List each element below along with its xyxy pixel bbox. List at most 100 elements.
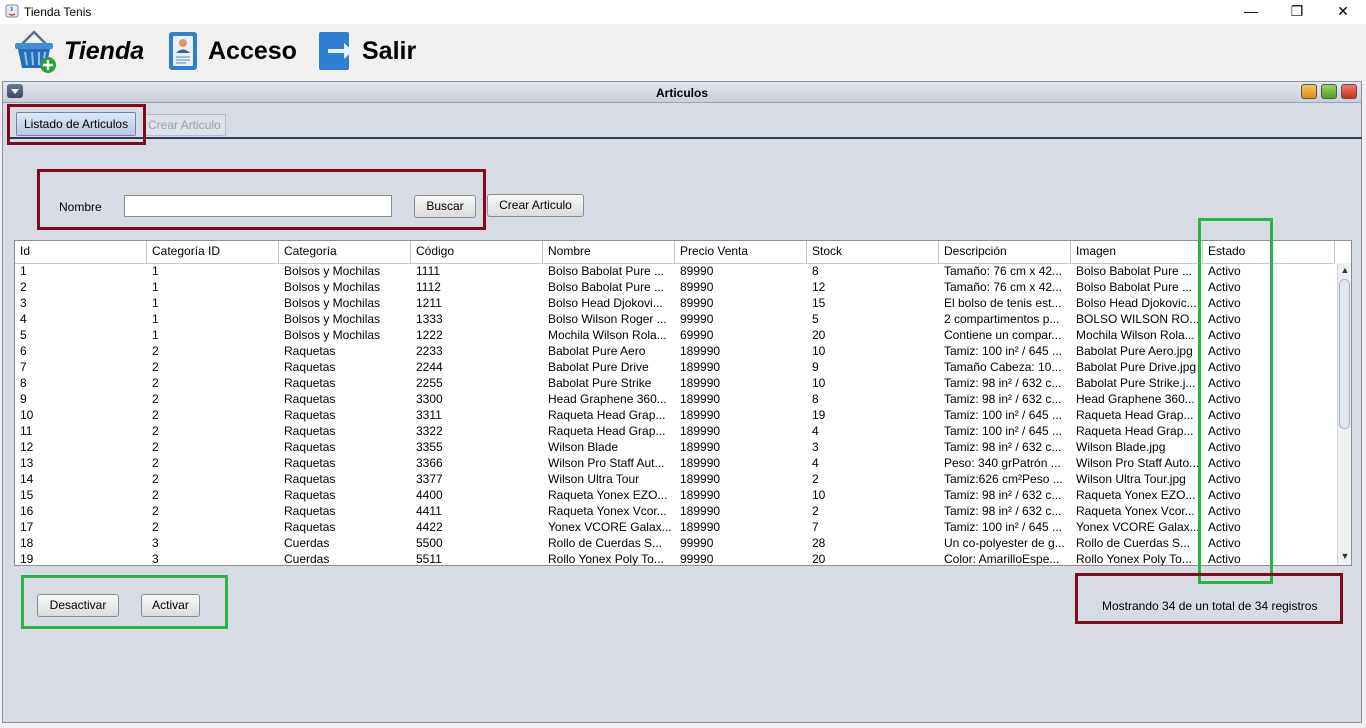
table-cell: 2 — [152, 488, 159, 502]
menu-tienda-label: Tienda — [64, 36, 145, 65]
column-header[interactable]: Nombre — [543, 241, 675, 263]
table-cell: 1111 — [416, 264, 441, 278]
table-cell: Tamiz: 98 in² / 632 c... — [944, 392, 1062, 406]
tab-crear-articulo[interactable]: Crear Articulo — [143, 114, 226, 136]
table-row[interactable]: 1 1 Bolsos y Mochilas 1111 Bolso Babolat Pur… — [15, 263, 1335, 279]
highlight-status-box — [1075, 573, 1343, 624]
table-cell: 2 — [152, 392, 159, 406]
table-cell: Yonex VCORE Galax... — [1076, 520, 1200, 534]
table-header: Id Categoría ID Categoría Código Nombre Preci… — [15, 241, 1335, 264]
tab-crear-label: Crear Articulo — [148, 118, 221, 132]
column-header[interactable]: Id — [15, 241, 147, 263]
table-row[interactable]: 15 2 Raquetas 4400 Raqueta Yonex EZO... 18999… — [15, 487, 1335, 503]
table-row[interactable]: 2 1 Bolsos y Mochilas 1112 Bolso Babolat Pur… — [15, 279, 1335, 295]
table-cell: 8 — [812, 392, 819, 406]
column-header[interactable]: Código — [411, 241, 543, 263]
frame-maximize-icon[interactable] — [1321, 84, 1337, 99]
table-cell: Wilson Pro Staff Auto... — [1076, 456, 1200, 470]
restore-button[interactable]: ❐ — [1274, 0, 1320, 24]
table-cell: Bolso Head Djokovi... — [548, 296, 663, 310]
table-row[interactable]: 3 1 Bolsos y Mochilas 1211 Bolso Head Djokov… — [15, 295, 1335, 311]
table-cell: 10 — [20, 408, 34, 422]
table-cell: 9 — [812, 360, 819, 374]
table-row[interactable]: 7 2 Raquetas 2244 Babolat Pure Drive 189990 9 T… — [15, 359, 1335, 375]
menu-salir[interactable]: Salir — [316, 28, 416, 74]
table-cell: 2 — [152, 424, 159, 438]
table-cell: 5500 — [416, 536, 443, 550]
table-row[interactable]: 9 2 Raquetas 3300 Head Graphene 360... 189990… — [15, 391, 1335, 407]
column-header[interactable]: Stock — [807, 241, 939, 263]
menu-tienda[interactable]: Tienda — [12, 28, 144, 74]
table-cell: 9 — [20, 392, 27, 406]
table-cell: 7 — [20, 360, 27, 374]
minimize-button[interactable]: — — [1228, 0, 1274, 24]
column-header[interactable]: Precio Venta — [675, 241, 807, 263]
table-cell: Tamiz: 100 in² / 645 ... — [944, 408, 1063, 422]
table-cell: Peso: 340 grPatrón ... — [944, 456, 1061, 470]
table-cell: Bolso Babolat Pure ... — [1076, 264, 1193, 278]
table-cell: Raquetas — [284, 488, 336, 502]
table-cell: 189990 — [680, 440, 721, 454]
table-cell: Head Graphene 360... — [1076, 392, 1195, 406]
table-cell: 189990 — [680, 504, 721, 518]
column-header[interactable]: Imagen — [1071, 241, 1203, 263]
table-cell: 20 — [812, 552, 826, 565]
table-row[interactable]: 4 1 Bolsos y Mochilas 1333 Bolso Wilson Roge… — [15, 311, 1335, 327]
table-cell: 189990 — [680, 344, 721, 358]
scroll-up-icon[interactable]: ▲ — [1338, 263, 1351, 277]
scroll-down-icon[interactable]: ▼ — [1338, 549, 1351, 563]
table-row[interactable]: 16 2 Raquetas 4411 Raqueta Yonex Vcor... 1899… — [15, 503, 1335, 519]
table-cell: 1 — [152, 280, 159, 294]
table-row[interactable]: 5 1 Bolsos y Mochilas 1222 Mochila Wilson Ro… — [15, 327, 1335, 343]
table-body: 1 1 Bolsos y Mochilas 1111 Bolso Babolat Pur… — [15, 263, 1335, 565]
table-row[interactable]: 10 2 Raquetas 3311 Raqueta Head Grap... 18999… — [15, 407, 1335, 423]
table-cell: Raquetas — [284, 360, 336, 374]
table-cell: Bolso Babolat Pure ... — [1076, 280, 1193, 294]
table-row[interactable]: 14 2 Raquetas 3377 Wilson Ultra Tour 189990 2 T… — [15, 471, 1335, 487]
table-cell: Mochila Wilson Rola... — [548, 328, 667, 342]
table-cell: 1 — [152, 264, 159, 278]
frame-close-icon[interactable] — [1341, 84, 1357, 99]
table-cell: Tamiz: 100 in² / 645 ... — [944, 344, 1063, 358]
table-cell: 1112 — [416, 280, 441, 294]
frame-title: Articulos — [655, 86, 708, 100]
frame-minimize-icon[interactable] — [1301, 84, 1317, 99]
table-cell: 3377 — [416, 472, 443, 486]
table-row[interactable]: 17 2 Raquetas 4422 Yonex VCORE Galax... 18999… — [15, 519, 1335, 535]
scroll-thumb[interactable] — [1339, 279, 1350, 429]
table-cell: 2 — [152, 520, 159, 534]
table-cell: Raqueta Yonex Vcor... — [548, 504, 667, 518]
table-cell: Raqueta Yonex EZO... — [548, 488, 668, 502]
table-row[interactable]: 12 2 Raquetas 3355 Wilson Blade 189990 3 Tamiz:… — [15, 439, 1335, 455]
table-cell: Raqueta Head Grap... — [1076, 408, 1194, 422]
table-row[interactable]: 18 3 Cuerdas 5500 Rollo de Cuerdas S... 99990… — [15, 535, 1335, 551]
table-cell: Tamiz: 100 in² / 645 ... — [944, 520, 1063, 534]
table-cell: 189990 — [680, 472, 721, 486]
column-header[interactable]: Categoría ID — [147, 241, 279, 263]
table-cell: 5 — [812, 312, 819, 326]
menu-acceso[interactable]: Acceso — [166, 28, 297, 74]
close-button[interactable]: ✕ — [1320, 0, 1366, 24]
table-cell: 189990 — [680, 376, 721, 390]
column-header[interactable]: Categoría — [279, 241, 411, 263]
table-cell: Bolsos y Mochilas — [284, 264, 381, 278]
table-cell: 28 — [812, 536, 826, 550]
column-header[interactable]: Descripción — [939, 241, 1071, 263]
table-cell: Contiene un compar... — [944, 328, 1062, 342]
crear-articulo-button[interactable]: Crear Articulo — [487, 194, 584, 217]
table-row[interactable]: 8 2 Raquetas 2255 Babolat Pure Strike 189990 1… — [15, 375, 1335, 391]
table-row[interactable]: 6 2 Raquetas 2233 Babolat Pure Aero 189990 10 T… — [15, 343, 1335, 359]
table-cell: Raquetas — [284, 408, 336, 422]
vertical-scrollbar[interactable]: ▲ ▼ — [1337, 263, 1351, 565]
table-cell: 2 — [152, 456, 159, 470]
table-cell: Raqueta Head Grap... — [1076, 424, 1194, 438]
table-cell: 19 — [812, 408, 826, 422]
table-row[interactable]: 11 2 Raquetas 3322 Raqueta Head Grap... 18999… — [15, 423, 1335, 439]
table-cell: 13 — [20, 456, 34, 470]
table-cell: Wilson Pro Staff Aut... — [548, 456, 665, 470]
table-row[interactable]: 13 2 Raquetas 3366 Wilson Pro Staff Aut... 18… — [15, 455, 1335, 471]
table-row[interactable]: 19 3 Cuerdas 5511 Rollo Yonex Poly To... 9999… — [15, 551, 1335, 565]
table-cell: Wilson Blade — [548, 440, 619, 454]
table-cell: 2 — [152, 376, 159, 390]
table-cell: 2 — [152, 360, 159, 374]
